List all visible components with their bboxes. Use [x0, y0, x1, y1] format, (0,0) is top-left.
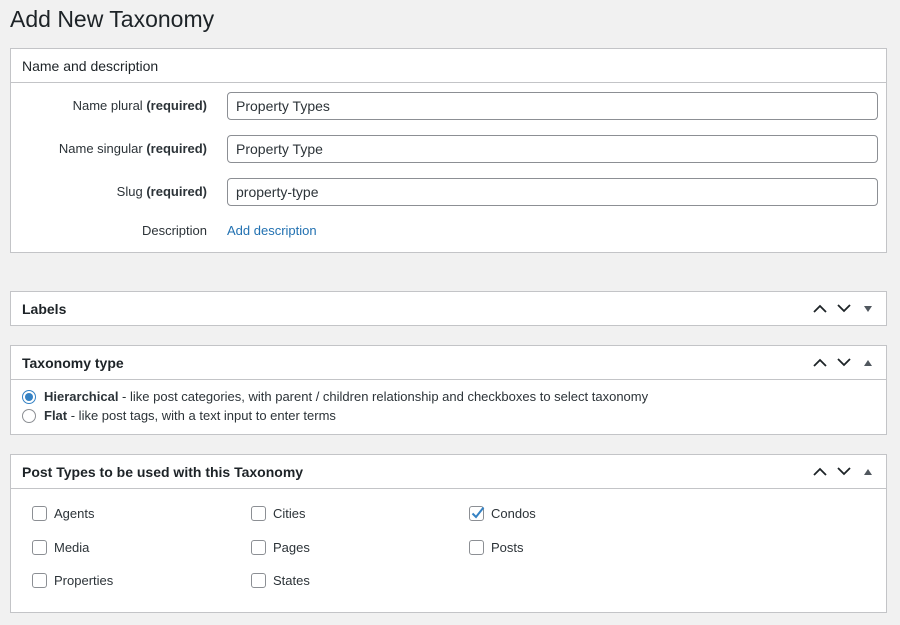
- post-types-box: Post Types to be used with this Taxonomy…: [10, 454, 887, 613]
- checkbox-label: Media: [54, 540, 90, 555]
- checkbox-properties[interactable]: [32, 573, 47, 588]
- post-type-condos[interactable]: Condos: [469, 506, 536, 521]
- checkbox-posts[interactable]: [469, 540, 484, 555]
- checkbox-label: Condos: [491, 506, 536, 521]
- post-types-controls: [808, 455, 880, 488]
- slug-label: Slug (required): [116, 184, 207, 199]
- description-row: Description Add description: [11, 217, 886, 245]
- post-types-heading-text: Post Types to be used with this Taxonomy: [22, 463, 304, 480]
- taxonomy-type-heading[interactable]: Taxonomy type: [11, 346, 886, 380]
- checkbox-label: Properties: [54, 573, 114, 588]
- description-label: Description: [141, 223, 207, 238]
- chevron-up-icon[interactable]: [808, 460, 832, 484]
- radio-hierarchical-label: Hierarchical - like post categories, wit…: [44, 389, 649, 404]
- name-singular-label: Name singular (required): [58, 141, 207, 156]
- checkbox-condos[interactable]: [469, 506, 485, 521]
- name-description-box: Name and description Name plural (requir…: [10, 48, 887, 253]
- checkbox-agents[interactable]: [32, 506, 47, 521]
- name-singular-row: Name singular (required): [11, 135, 886, 163]
- labels-heading-text: Labels: [22, 300, 67, 317]
- name-description-heading: Name and description: [11, 49, 886, 83]
- post-type-agents[interactable]: Agents: [32, 506, 94, 521]
- taxonomy-type-heading-text: Taxonomy type: [22, 354, 124, 371]
- labels-heading[interactable]: Labels: [11, 292, 886, 325]
- add-description-link[interactable]: Add description: [227, 217, 317, 245]
- taxonomy-type-controls: [808, 346, 880, 379]
- chevron-up-icon[interactable]: [808, 351, 832, 375]
- post-type-pages[interactable]: Pages: [251, 540, 310, 555]
- post-type-posts[interactable]: Posts: [469, 540, 524, 555]
- checkbox-states[interactable]: [251, 573, 266, 588]
- checkmark-icon: [471, 506, 485, 519]
- name-plural-row: Name plural (required): [11, 92, 886, 120]
- labels-box: Labels: [10, 291, 887, 326]
- caret-down-icon[interactable]: [856, 297, 880, 321]
- checkbox-label: Cities: [273, 506, 306, 521]
- post-type-cities[interactable]: Cities: [251, 506, 306, 521]
- slug-row: Slug (required): [11, 178, 886, 206]
- radio-flat-label: Flat - like post tags, with a text input…: [44, 408, 336, 423]
- checkbox-media[interactable]: [32, 540, 47, 555]
- page-title: Add New Taxonomy: [10, 6, 215, 32]
- chevron-down-icon[interactable]: [832, 297, 856, 321]
- post-type-properties[interactable]: Properties: [32, 573, 113, 588]
- post-type-states[interactable]: States: [251, 573, 310, 588]
- labels-controls: [808, 292, 880, 325]
- checkbox-label: Posts: [491, 540, 524, 555]
- chevron-down-icon[interactable]: [832, 460, 856, 484]
- name-plural-label: Name plural (required): [72, 98, 207, 113]
- chevron-down-icon[interactable]: [832, 351, 856, 375]
- checkbox-label: Pages: [273, 540, 310, 555]
- radio-hierarchical-row[interactable]: Hierarchical - like post categories, wit…: [22, 389, 648, 404]
- name-plural-input[interactable]: [227, 92, 878, 120]
- checkbox-cities[interactable]: [251, 506, 266, 521]
- post-types-heading[interactable]: Post Types to be used with this Taxonomy: [11, 455, 886, 489]
- caret-up-icon[interactable]: [856, 351, 880, 375]
- slug-input[interactable]: [227, 178, 878, 206]
- chevron-up-icon[interactable]: [808, 297, 832, 321]
- taxonomy-type-box: Taxonomy type Hierarchical - like post c…: [10, 345, 887, 435]
- checkbox-label: Agents: [54, 506, 95, 521]
- post-type-media[interactable]: Media: [32, 540, 89, 555]
- radio-hierarchical[interactable]: [22, 389, 36, 404]
- checkbox-pages[interactable]: [251, 540, 266, 555]
- radio-flat[interactable]: [22, 408, 36, 423]
- caret-up-icon[interactable]: [856, 460, 880, 484]
- checkbox-label: States: [273, 573, 310, 588]
- name-singular-input[interactable]: [227, 135, 878, 163]
- radio-flat-row[interactable]: Flat - like post tags, with a text input…: [22, 408, 336, 423]
